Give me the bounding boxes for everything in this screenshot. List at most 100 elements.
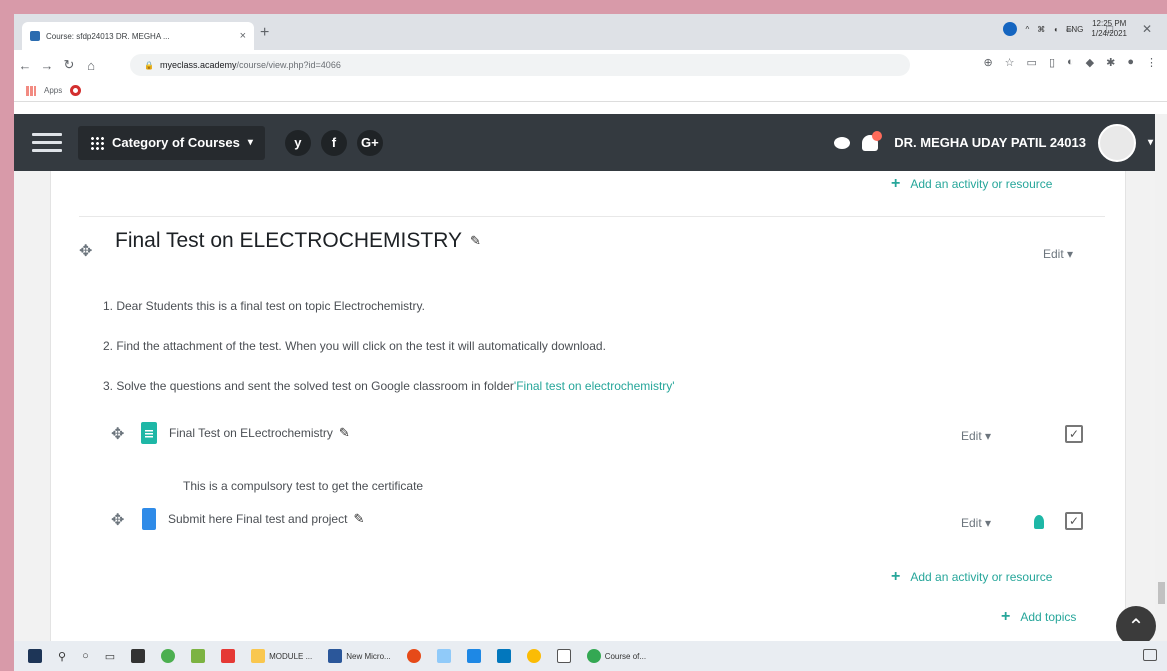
forward-arrow-icon[interactable]: → (36, 58, 58, 73)
app-icon[interactable] (496, 649, 511, 663)
language-label[interactable]: ENG (1066, 25, 1083, 34)
search-icon[interactable]: ⚲ (58, 650, 66, 663)
url-input[interactable]: 🔒 myeclass.academy/course/view.php?id=40… (130, 54, 910, 76)
page-background (14, 171, 50, 641)
notifications-icon[interactable] (1143, 649, 1157, 661)
pencil-icon[interactable]: ✎ (353, 511, 364, 527)
browser-window: Course: sfdp24013 DR. MEGHA ... × + – □ … (14, 14, 1167, 671)
apps-label[interactable]: Apps (44, 86, 62, 95)
star-icon[interactable]: ☆ (1005, 56, 1015, 69)
facebook-icon[interactable]: f (320, 129, 347, 156)
taskbar-app[interactable]: MODULE ... (251, 649, 312, 663)
activity-title[interactable]: Submit here Final test and project (168, 512, 347, 526)
twitter-icon[interactable]: y (284, 129, 311, 156)
user-name[interactable]: DR. MEGHA UDAY PATIL 24013 (894, 135, 1086, 150)
reload-icon[interactable]: ↻ (58, 57, 80, 73)
taskbar-app-label: Course of... (604, 651, 647, 661)
taskbar-app-label: MODULE ... (269, 651, 313, 661)
app-icon[interactable] (436, 649, 451, 663)
store-icon[interactable] (131, 649, 146, 663)
app-icon[interactable] (191, 649, 206, 663)
clock-date: 1/24/2021 (1091, 29, 1127, 38)
category-menu-button[interactable]: Category of Courses ▾ (78, 125, 265, 160)
activity-title[interactable]: Final Test on ELectrochemistry (169, 426, 333, 440)
tab-title: Course: sfdp24013 DR. MEGHA ... (46, 31, 170, 41)
app-icon[interactable] (466, 649, 481, 663)
plus-icon: + (891, 175, 901, 192)
add-activity-link[interactable]: + Add an activity or resource (891, 175, 1052, 193)
hamburger-menu-icon[interactable] (32, 133, 62, 152)
activity-edit-menu[interactable]: Edit ▾ (961, 516, 991, 530)
tab-close-icon[interactable]: × (240, 30, 246, 42)
clock-time: 12:25 PM (1092, 19, 1127, 28)
url-path: /course/view.php?id=4066 (236, 60, 341, 70)
app-icon[interactable] (556, 649, 571, 663)
chevron-up-icon[interactable]: ^ (1025, 25, 1029, 34)
volume-icon[interactable]: ◖ (1053, 25, 1058, 34)
file-document-icon (141, 422, 157, 444)
address-bar: ← → ↻ ⌂ 🔒 myeclass.academy/course/view.p… (14, 50, 1167, 80)
back-to-top-button[interactable]: ⌃ (1116, 606, 1156, 646)
profile-icon[interactable]: ● (1127, 56, 1134, 69)
network-icon[interactable]: ⌘ (1037, 25, 1045, 34)
site-navbar: Category of Courses ▾ y f G+ DR. MEGHA U… (14, 114, 1167, 171)
cast-icon[interactable]: ▭ (1027, 56, 1037, 69)
close-window-button[interactable]: ✕ (1142, 22, 1152, 36)
site-favicon-icon (30, 31, 40, 41)
activity-assignment: ✥ Submit here Final test and project ✎ (111, 508, 364, 530)
chat-icon[interactable] (834, 136, 851, 149)
app-icon[interactable] (161, 649, 176, 663)
user-menu-caret-icon[interactable]: ▾ (1148, 137, 1153, 148)
tab-bar: Course: sfdp24013 DR. MEGHA ... × + – □ … (14, 14, 1167, 50)
app-icon[interactable] (221, 649, 236, 663)
app-icon[interactable] (1003, 22, 1018, 36)
completion-checkbox[interactable]: ✓ (1065, 425, 1083, 443)
activity-edit-menu[interactable]: Edit ▾ (961, 429, 991, 443)
menu-kebab-icon[interactable]: ⋮ (1146, 56, 1157, 69)
move-icon[interactable]: ✥ (111, 510, 124, 530)
app-icon[interactable] (406, 649, 421, 663)
extension-icon[interactable]: ◐ (1067, 56, 1074, 69)
page-scrollbar[interactable] (1155, 114, 1167, 641)
avatar[interactable] (1097, 123, 1136, 162)
cortana-icon[interactable]: ○ (82, 650, 89, 662)
grid-icon (90, 135, 104, 150)
browser-tab[interactable]: Course: sfdp24013 DR. MEGHA ... × (22, 22, 254, 50)
completion-checkbox[interactable]: ✓ (1065, 512, 1083, 530)
plus-icon: + (891, 568, 901, 585)
windows-start-icon[interactable] (28, 649, 42, 663)
puzzle-icon[interactable]: ✱ (1106, 56, 1115, 69)
section-edit-menu[interactable]: Edit ▾ (1043, 247, 1073, 261)
scrollbar-thumb[interactable] (1158, 582, 1165, 604)
home-icon[interactable]: ⌂ (80, 58, 102, 73)
taskbar-app[interactable]: New Micro... (328, 649, 391, 663)
chrome-icon (586, 649, 601, 663)
person-icon[interactable] (1034, 515, 1044, 529)
taskbar-app-label: New Micro... (346, 651, 391, 661)
zoom-icon[interactable]: ⊕ (983, 56, 992, 69)
move-icon[interactable]: ✥ (79, 241, 92, 261)
bookmark-icon[interactable] (70, 85, 82, 96)
notification-bell-icon[interactable] (862, 130, 883, 151)
taskbar-app[interactable]: Course of... (586, 649, 647, 663)
summary-line-2: 2. Find the attachment of the test. When… (103, 339, 606, 353)
chrome-icon[interactable] (526, 649, 541, 663)
url-domain: myeclass.academy (159, 60, 237, 70)
add-topics-link[interactable]: + Add topics (1001, 608, 1076, 626)
task-view-icon[interactable]: ▭ (105, 650, 115, 663)
caret-down-icon: ▾ (247, 137, 253, 148)
new-tab-button[interactable]: + (260, 24, 269, 42)
move-icon[interactable]: ✥ (111, 424, 124, 444)
summary-folder-link[interactable]: 'Final test on electrochemistry' (514, 379, 675, 393)
extension-icon[interactable]: ◆ (1086, 56, 1094, 69)
system-tray: ^ ⌘ ◖ ENG 12:25 PM 1/24/2021 (1003, 14, 1127, 44)
google-plus-icon[interactable]: G+ (356, 129, 383, 156)
add-activity-link[interactable]: + Add an activity or resource (891, 568, 1052, 586)
pencil-icon[interactable]: ✎ (470, 233, 481, 249)
clock[interactable]: 12:25 PM 1/24/2021 (1091, 19, 1127, 39)
apps-grid-icon[interactable] (26, 85, 36, 96)
extension-icon[interactable]: ▯ (1049, 56, 1055, 69)
back-arrow-icon[interactable]: ← (14, 58, 36, 73)
pencil-icon[interactable]: ✎ (339, 425, 350, 441)
extension-icons: ⊕ ☆ ▭ ▯ ◐ ◆ ✱ ● ⋮ (983, 56, 1157, 69)
